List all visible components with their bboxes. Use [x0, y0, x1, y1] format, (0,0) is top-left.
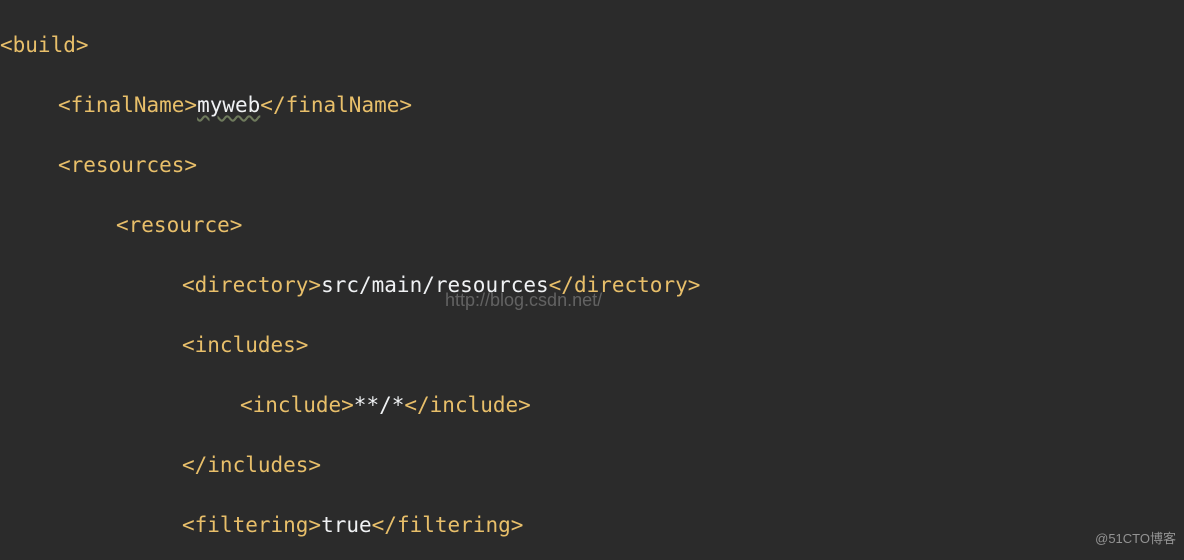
xml-tag-directory-close: </directory>	[549, 273, 701, 297]
xml-text-finalName: myweb	[197, 93, 260, 117]
xml-tag-includes-open: <includes>	[182, 333, 308, 357]
xml-text-include: **/*	[354, 393, 405, 417]
xml-tag-includes-close: </includes>	[182, 453, 321, 477]
xml-tag-finalName-open: <finalName>	[58, 93, 197, 117]
xml-tag-resources-open: <resources>	[58, 153, 197, 177]
xml-tag-directory-open: <directory>	[182, 273, 321, 297]
code-editor[interactable]: <build> <finalName>myweb</finalName> <re…	[0, 0, 1184, 560]
xml-tag-finalName-close: </finalName>	[260, 93, 412, 117]
xml-tag-build-open: <build>	[0, 33, 89, 57]
xml-text-directory: src/main/resources	[321, 273, 549, 297]
xml-text-filtering: true	[321, 513, 372, 537]
xml-tag-filtering-open: <filtering>	[182, 513, 321, 537]
xml-tag-include-open: <include>	[240, 393, 354, 417]
xml-tag-filtering-close: </filtering>	[372, 513, 524, 537]
xml-tag-include-close: </include>	[404, 393, 530, 417]
xml-tag-resource-open: <resource>	[116, 213, 242, 237]
